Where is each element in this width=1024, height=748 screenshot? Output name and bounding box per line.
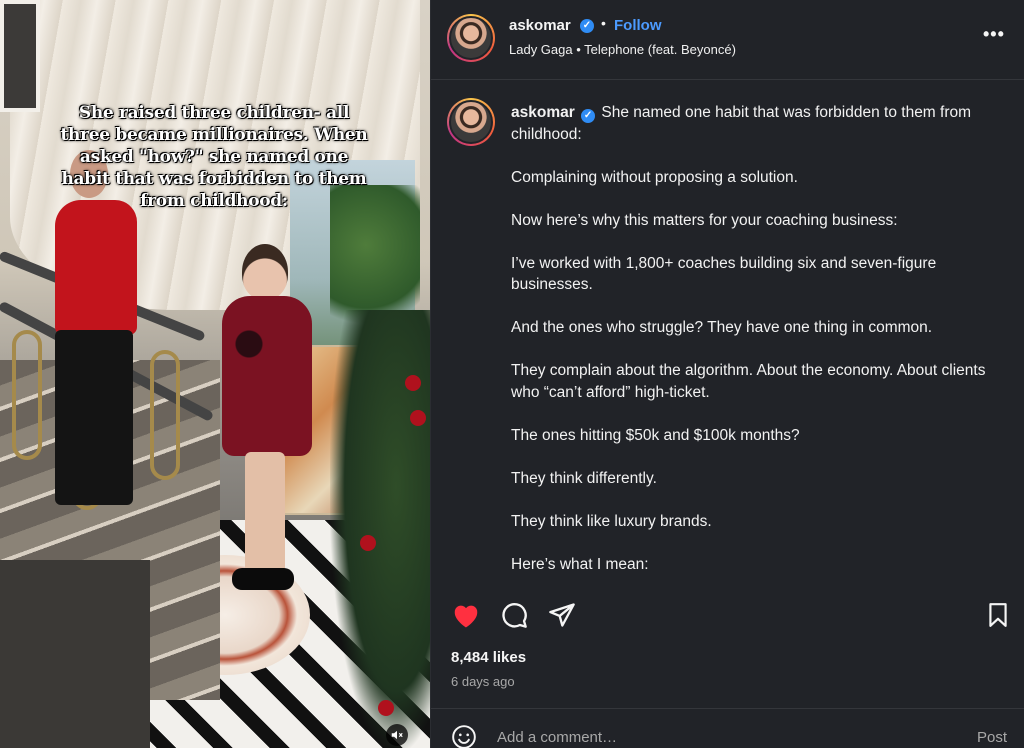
woman-legs	[245, 452, 285, 582]
caption-paragraph: She named one habit that was forbidden t…	[511, 104, 972, 143]
woman-figure-head	[242, 244, 288, 300]
post-timestamp: 6 days ago	[451, 674, 515, 689]
man-red-jacket	[55, 200, 137, 335]
caption-paragraph: Here’s what I mean:	[511, 555, 649, 573]
christmas-bauble	[378, 700, 394, 716]
caption-area: askomar ✓ She named one habit that was f…	[431, 80, 1024, 590]
woman-red-dress	[222, 296, 312, 456]
author-avatar[interactable]	[447, 14, 495, 62]
comment-bar: Post	[431, 708, 1024, 748]
caption-author-avatar[interactable]	[447, 98, 495, 146]
smiley-icon	[452, 725, 476, 748]
post-header: askomar ✓ • Follow Lady Gaga • Telephone…	[431, 0, 1024, 80]
verified-badge-icon: ✓	[580, 19, 594, 33]
follow-button[interactable]: Follow	[614, 17, 662, 34]
caption-paragraph: They think differently.	[511, 469, 657, 487]
action-bar	[431, 590, 1024, 640]
save-button[interactable]	[981, 598, 1015, 632]
rail-ornament	[150, 350, 180, 480]
caption-paragraph: They think like luxury brands.	[511, 512, 712, 530]
emoji-button[interactable]	[451, 724, 477, 748]
share-button[interactable]	[545, 598, 579, 632]
post-comment-button[interactable]: Post	[977, 729, 1007, 746]
christmas-bauble	[405, 375, 421, 391]
bookmark-icon	[989, 603, 1007, 627]
wall-picture	[0, 0, 40, 112]
comment-bubble-icon	[502, 603, 527, 628]
author-username[interactable]: askomar	[509, 17, 571, 34]
audio-track-link[interactable]: Lady Gaga • Telephone (feat. Beyoncé)	[509, 42, 736, 57]
verified-badge-icon: ✓	[581, 109, 596, 123]
woman-shoes	[232, 568, 294, 590]
post-media[interactable]: She raised three children- all three bec…	[0, 0, 430, 748]
heart-filled-icon	[454, 605, 478, 628]
caption-paragraph: And the ones who struggle? They have one…	[511, 319, 933, 336]
comment-button[interactable]	[497, 598, 531, 632]
caption-paragraph: Now here’s why this matters for your coa…	[511, 211, 898, 229]
caption-username[interactable]: askomar	[511, 104, 575, 121]
like-button[interactable]	[449, 598, 483, 632]
header-separator: •	[601, 15, 606, 31]
caption-paragraph: The ones hitting $50k and $100k months?	[511, 426, 800, 444]
speaker-muted-icon	[391, 730, 403, 740]
mute-button[interactable]	[386, 724, 408, 746]
post-caption: askomar ✓ She named one habit that was f…	[511, 102, 1001, 575]
christmas-bauble	[360, 535, 376, 551]
likes-count[interactable]: 8,484 likes	[451, 649, 526, 666]
caption-paragraph: They complain about the algorithm. About…	[511, 362, 986, 401]
post-details-panel: askomar ✓ • Follow Lady Gaga • Telephone…	[430, 0, 1024, 748]
comment-input[interactable]	[497, 725, 937, 748]
paper-plane-icon	[549, 603, 575, 627]
staircase-base	[0, 560, 150, 748]
caption-paragraph: Complaining without proposing a solution…	[511, 168, 798, 186]
rail-ornament	[12, 330, 42, 460]
christmas-bauble	[410, 410, 426, 426]
caption-paragraph: I’ve worked with 1,800+ coaches building…	[511, 254, 937, 294]
video-overlay-text: She raised three children- all three bec…	[60, 103, 368, 211]
man-trousers	[55, 330, 133, 505]
more-options-icon[interactable]: •••	[983, 24, 1005, 45]
